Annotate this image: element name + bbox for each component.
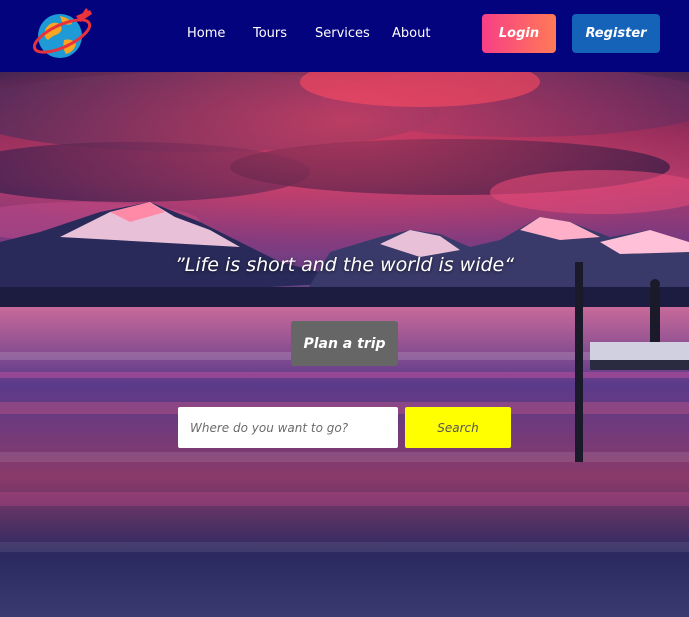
hero-section: ”Life is short and the world is wide“ Pl…: [0, 72, 689, 617]
register-button[interactable]: Register: [572, 14, 660, 53]
search-button[interactable]: Search: [405, 407, 511, 448]
globe-plane-logo-icon[interactable]: [30, 6, 94, 62]
destination-search-input[interactable]: [178, 407, 398, 448]
hero-quote: ”Life is short and the world is wide“: [174, 254, 515, 276]
nav-link-home[interactable]: Home: [187, 26, 225, 41]
nav-link-about[interactable]: About: [392, 26, 430, 41]
nav-link-services[interactable]: Services: [315, 26, 370, 41]
nav-link-tours[interactable]: Tours: [253, 26, 287, 41]
plan-trip-button[interactable]: Plan a trip: [291, 321, 398, 366]
login-button[interactable]: Login: [482, 14, 556, 53]
top-navbar: Home Tours Services About Login Register: [0, 0, 689, 72]
